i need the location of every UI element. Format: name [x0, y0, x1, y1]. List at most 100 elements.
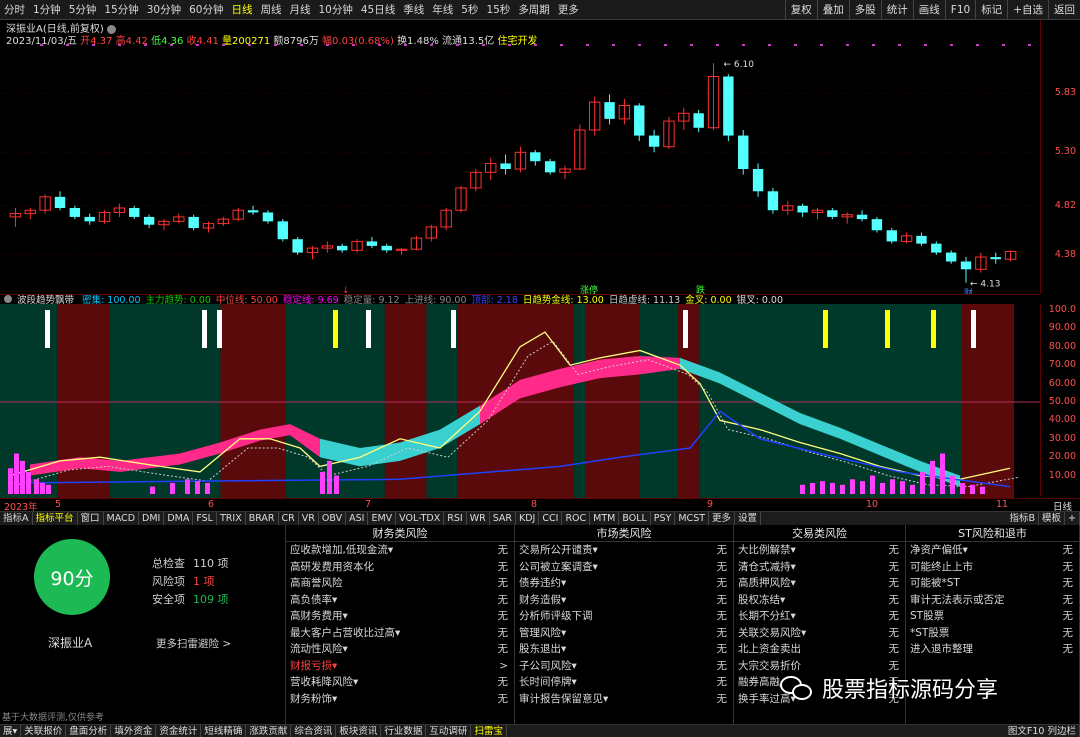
risk-row[interactable]: 财务粉饰▾ 无 — [286, 691, 514, 708]
risk-row[interactable]: 子公司风险▾ 无 — [515, 658, 733, 675]
indicator-tab[interactable]: BOLL — [619, 512, 651, 525]
period-tab[interactable]: 15分钟 — [100, 4, 142, 16]
candlestick-chart[interactable]: ← 6.10 ← 4.13 涨停 跌 财 ↓ — [0, 44, 1040, 294]
indicator-tab[interactable]: MTM — [590, 512, 620, 525]
status-tab[interactable]: 行业数据 — [381, 725, 427, 737]
status-right[interactable]: 图文F10 列边栏 — [1005, 725, 1080, 737]
status-tab[interactable]: 板块资讯 — [336, 725, 382, 737]
indicator-tab[interactable]: MACD — [104, 512, 140, 525]
risk-row[interactable]: 营收耗降风险▾ 无 — [286, 674, 514, 691]
tool-button[interactable]: 复权 — [784, 0, 817, 19]
period-tab[interactable]: 45日线 — [357, 4, 399, 16]
tool-button[interactable]: 多股 — [848, 0, 881, 19]
period-tab[interactable]: 多周期 — [514, 4, 554, 16]
risk-row[interactable]: 最大客户占营收比过高▾ 无 — [286, 625, 514, 642]
status-tab[interactable]: 短线精确 — [201, 725, 247, 737]
tool-button[interactable]: +自选 — [1007, 0, 1048, 19]
risk-row[interactable]: 长期不分红▾ 无 — [734, 608, 905, 625]
indicator-tab-right[interactable]: 指标B — [1006, 512, 1040, 525]
period-tab[interactable]: 5分钟 — [65, 4, 101, 16]
risk-row[interactable]: 应收款增加,低现金流▾ 无 — [286, 542, 514, 559]
period-tab[interactable]: 5秒 — [457, 4, 482, 16]
indicator-tab[interactable]: 窗口 — [78, 512, 104, 525]
tool-button[interactable]: 标记 — [975, 0, 1007, 19]
period-tab[interactable]: 30分钟 — [143, 4, 185, 16]
indicator-tab[interactable]: DMI — [139, 512, 165, 525]
indicator-tab[interactable]: WR — [467, 512, 490, 525]
status-tab[interactable]: 扫雷宝 — [471, 725, 507, 737]
indicator-tab[interactable]: 更多 — [709, 512, 736, 525]
status-tab[interactable]: 综合资讯 — [291, 725, 337, 737]
status-tab[interactable]: 展▾ — [0, 725, 22, 737]
period-tab[interactable]: 季线 — [399, 4, 428, 16]
risk-row[interactable]: 高负债率▾ 无 — [286, 592, 514, 609]
risk-row[interactable]: 可能被*ST 无 — [906, 575, 1079, 592]
risk-row[interactable]: 高质押风险▾ 无 — [734, 575, 905, 592]
indicator-chart[interactable] — [0, 304, 1040, 498]
risk-row[interactable]: 关联交易风险▾ 无 — [734, 625, 905, 642]
period-tab[interactable]: 月线 — [286, 4, 315, 16]
risk-row[interactable]: 长时间停牌▾ 无 — [515, 674, 733, 691]
risk-row[interactable]: 财务造假▾ 无 — [515, 592, 733, 609]
period-tab[interactable]: 分时 — [0, 4, 29, 16]
risk-row[interactable]: 股东退出▾ 无 — [515, 641, 733, 658]
period-tab[interactable]: 周线 — [257, 4, 286, 16]
period-tab[interactable]: 日线 — [228, 4, 257, 16]
period-tab[interactable]: 年线 — [428, 4, 457, 16]
more-scan-link[interactable]: 更多扫雷避险 > — [156, 636, 231, 651]
indicator-tab[interactable]: SAR — [490, 512, 517, 525]
risk-row[interactable]: 高商誉风险 无 — [286, 575, 514, 592]
indicator-tab[interactable]: ASI — [346, 512, 369, 525]
risk-row[interactable]: 审计无法表示或否定 无 — [906, 592, 1079, 609]
risk-row[interactable]: 股权冻结▾ 无 — [734, 592, 905, 609]
risk-row[interactable]: 净资产偏低▾ 无 — [906, 542, 1079, 559]
indicator-tab[interactable]: CCI — [539, 512, 563, 525]
risk-row[interactable]: 高研发费用资本化 无 — [286, 559, 514, 576]
indicator-tab[interactable]: CR — [279, 512, 299, 525]
indicator-tab[interactable]: DMA — [164, 512, 194, 525]
period-tab[interactable]: 1分钟 — [29, 4, 65, 16]
risk-row[interactable]: *ST股票 无 — [906, 625, 1079, 642]
period-tab[interactable]: 60分钟 — [185, 4, 227, 16]
risk-row[interactable]: 债券违约▾ 无 — [515, 575, 733, 592]
indicator-tab[interactable]: VR — [299, 512, 319, 525]
indicator-tab[interactable]: FSL — [193, 512, 217, 525]
indicator-tab[interactable]: MCST — [675, 512, 710, 525]
status-tab[interactable]: 盘面分析 — [66, 725, 112, 737]
indicator-tab[interactable]: TRIX — [217, 512, 246, 525]
indicator-tab[interactable]: 指标A — [0, 512, 33, 525]
indicator-tab[interactable]: EMV — [368, 512, 397, 525]
risk-row[interactable]: 北上资金卖出 无 — [734, 641, 905, 658]
indicator-tab[interactable]: 指标平台 — [33, 512, 78, 525]
period-tab[interactable]: 更多 — [554, 4, 583, 16]
risk-row[interactable]: 交易所公开谴责▾ 无 — [515, 542, 733, 559]
indicator-tab[interactable]: PSY — [651, 512, 676, 525]
risk-row[interactable]: 分析师评级下调 无 — [515, 608, 733, 625]
risk-row[interactable]: 财报亏损▾ > — [286, 658, 514, 675]
indicator-tab[interactable]: BRAR — [246, 512, 279, 525]
status-tab[interactable]: 互动调研 — [426, 725, 472, 737]
risk-row[interactable]: 清仓式减持▾ 无 — [734, 559, 905, 576]
indicator-tab[interactable]: RSI — [444, 512, 467, 525]
risk-row[interactable]: 审计报告保留意见▾ 无 — [515, 691, 733, 708]
indicator-tab-right[interactable]: 模板 — [1039, 512, 1066, 525]
indicator-tab-right[interactable]: + — [1065, 512, 1080, 525]
tool-button[interactable]: 返回 — [1048, 0, 1080, 19]
risk-row[interactable]: 可能终止上市 无 — [906, 559, 1079, 576]
tool-button[interactable]: F10 — [944, 0, 975, 19]
risk-row[interactable]: 公司被立案调查▾ 无 — [515, 559, 733, 576]
indicator-tab[interactable]: ROC — [562, 512, 591, 525]
period-tab[interactable]: 15秒 — [482, 4, 514, 16]
status-tab[interactable]: 资金统计 — [156, 725, 202, 737]
risk-row[interactable]: 高财务费用▾ 无 — [286, 608, 514, 625]
indicator-tab[interactable]: OBV — [319, 512, 347, 525]
period-tab[interactable]: 10分钟 — [315, 4, 357, 16]
status-tab[interactable]: 关联报价 — [21, 725, 67, 737]
indicator-tab[interactable]: 设置 — [735, 512, 762, 525]
risk-row[interactable]: 管理风险▾ 无 — [515, 625, 733, 642]
tool-button[interactable]: 画线 — [912, 0, 945, 19]
indicator-tab[interactable]: VOL-TDX — [396, 512, 445, 525]
risk-row[interactable]: ST股票 无 — [906, 608, 1079, 625]
indicator-tab[interactable]: KDJ — [516, 512, 540, 525]
indicator-icon[interactable] — [4, 295, 12, 303]
